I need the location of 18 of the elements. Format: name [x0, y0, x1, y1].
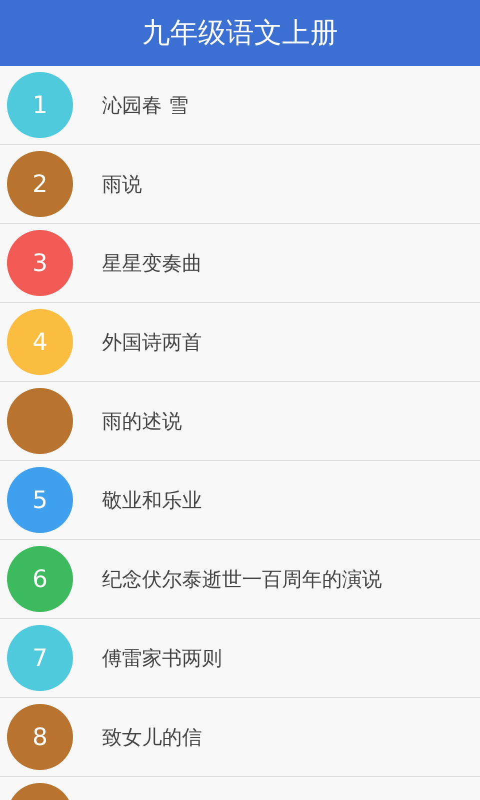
lesson-number: 1 — [32, 91, 48, 119]
page-title: 九年级语文上册 — [142, 15, 338, 51]
lesson-number: 6 — [32, 565, 48, 593]
lesson-number: 4 — [32, 328, 48, 356]
lesson-title: 星星变奏曲 — [102, 250, 202, 276]
lesson-number: 2 — [32, 170, 48, 198]
lesson-number: 3 — [32, 249, 48, 277]
lesson-title: 雨的述说 — [102, 408, 182, 434]
lesson-number: 5 — [32, 486, 48, 514]
lesson-title: 敬业和乐业 — [102, 486, 202, 514]
lesson-title: 沁园春 雪 — [102, 92, 188, 118]
lesson-title: 外国诗两首 — [102, 328, 202, 356]
lesson-number: 8 — [32, 723, 48, 751]
lesson-title: 傅雷家书两则 — [102, 644, 222, 672]
lesson-title: 雨说 — [102, 170, 142, 198]
lesson-title: 纪念伏尔泰逝世一百周年的演说 — [102, 566, 382, 592]
lesson-title: 致女儿的信 — [102, 724, 202, 750]
lesson-number: 7 — [32, 644, 48, 672]
